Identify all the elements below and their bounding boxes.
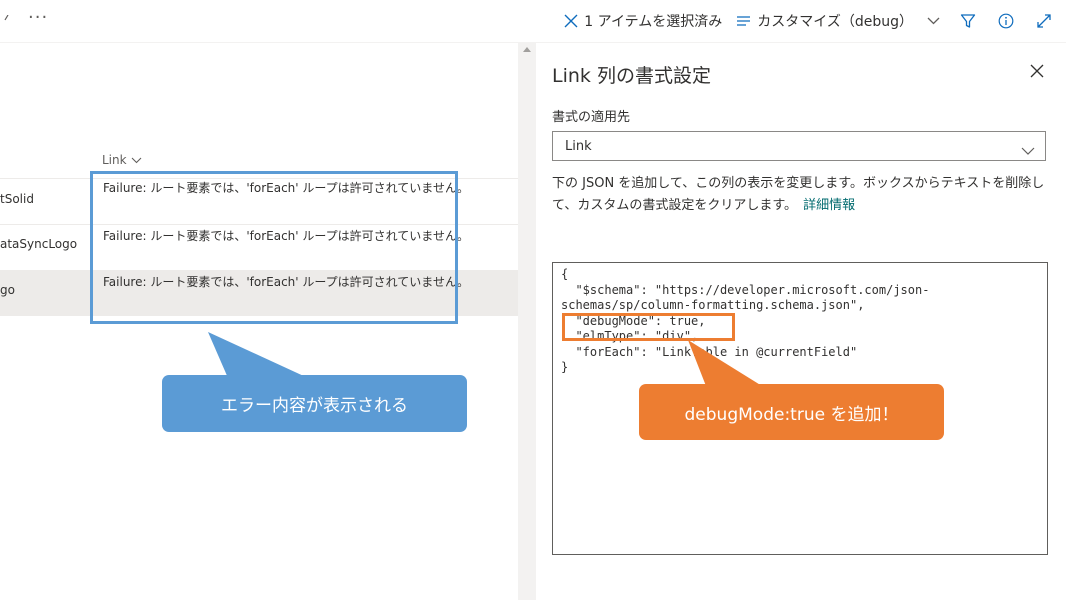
error-callout: エラー内容が表示される [162,375,467,432]
filter-icon [960,13,976,29]
command-bar: ··· 1 アイテムを選択済み カスタマイズ（debug） [0,0,1066,43]
panel-title: Link 列の書式設定 [552,65,711,87]
error-highlight-box [90,171,458,324]
view-name-label: カスタマイズ（debug） [757,14,913,30]
view-selector[interactable]: カスタマイズ（debug） [736,11,940,31]
debugmode-highlight-box [562,313,735,341]
filter-button[interactable] [960,13,976,29]
column-header-link[interactable]: Link [102,153,142,167]
close-icon[interactable] [1030,64,1044,78]
apply-to-value: Link [565,139,592,154]
debugmode-callout: debugMode:true を追加！ [639,384,944,440]
command-bar-right: 1 アイテムを選択済み カスタマイズ（debug） [550,8,1052,34]
row-name: go [0,283,15,297]
info-icon [998,13,1014,29]
error-callout-text: エラー内容が表示される [221,396,408,416]
close-icon[interactable] [564,14,578,28]
vertical-scrollbar[interactable] [518,43,536,600]
scroll-up-arrow-icon[interactable] [523,47,531,52]
chevron-down-icon[interactable] [131,153,142,167]
row-name: tSolid [0,192,34,206]
callout-pointer [688,340,762,386]
row-name: ataSyncLogo [0,237,78,251]
apply-to-label: 書式の適用先 [552,110,631,125]
description-text: 下の JSON を追加して、この列の表示を変更します。ボックスからテキストを削除… [552,176,1045,213]
callout-pointer [208,332,308,378]
apply-to-dropdown[interactable]: Link [552,131,1046,161]
panel-description: 下の JSON を追加して、この列の表示を変更します。ボックスからテキストを削除… [552,173,1052,217]
expand-icon [1036,13,1052,29]
info-button[interactable] [998,13,1014,29]
chevron-down-icon[interactable] [4,15,14,23]
list-view-icon [736,15,751,27]
expand-button[interactable] [1036,13,1052,29]
debugmode-callout-text: debugMode:true を追加！ [684,404,899,425]
more-options-button[interactable]: ··· [28,7,48,28]
chevron-down-icon[interactable] [927,17,940,25]
column-header-label: Link [102,153,127,167]
close-panel-button[interactable] [1028,62,1046,80]
selection-status[interactable]: 1 アイテムを選択済み [564,11,722,31]
selected-count-label: 1 アイテムを選択済み [584,14,723,30]
chevron-down-icon[interactable] [1021,141,1035,160]
learn-more-link[interactable]: 詳細情報 [803,198,855,213]
